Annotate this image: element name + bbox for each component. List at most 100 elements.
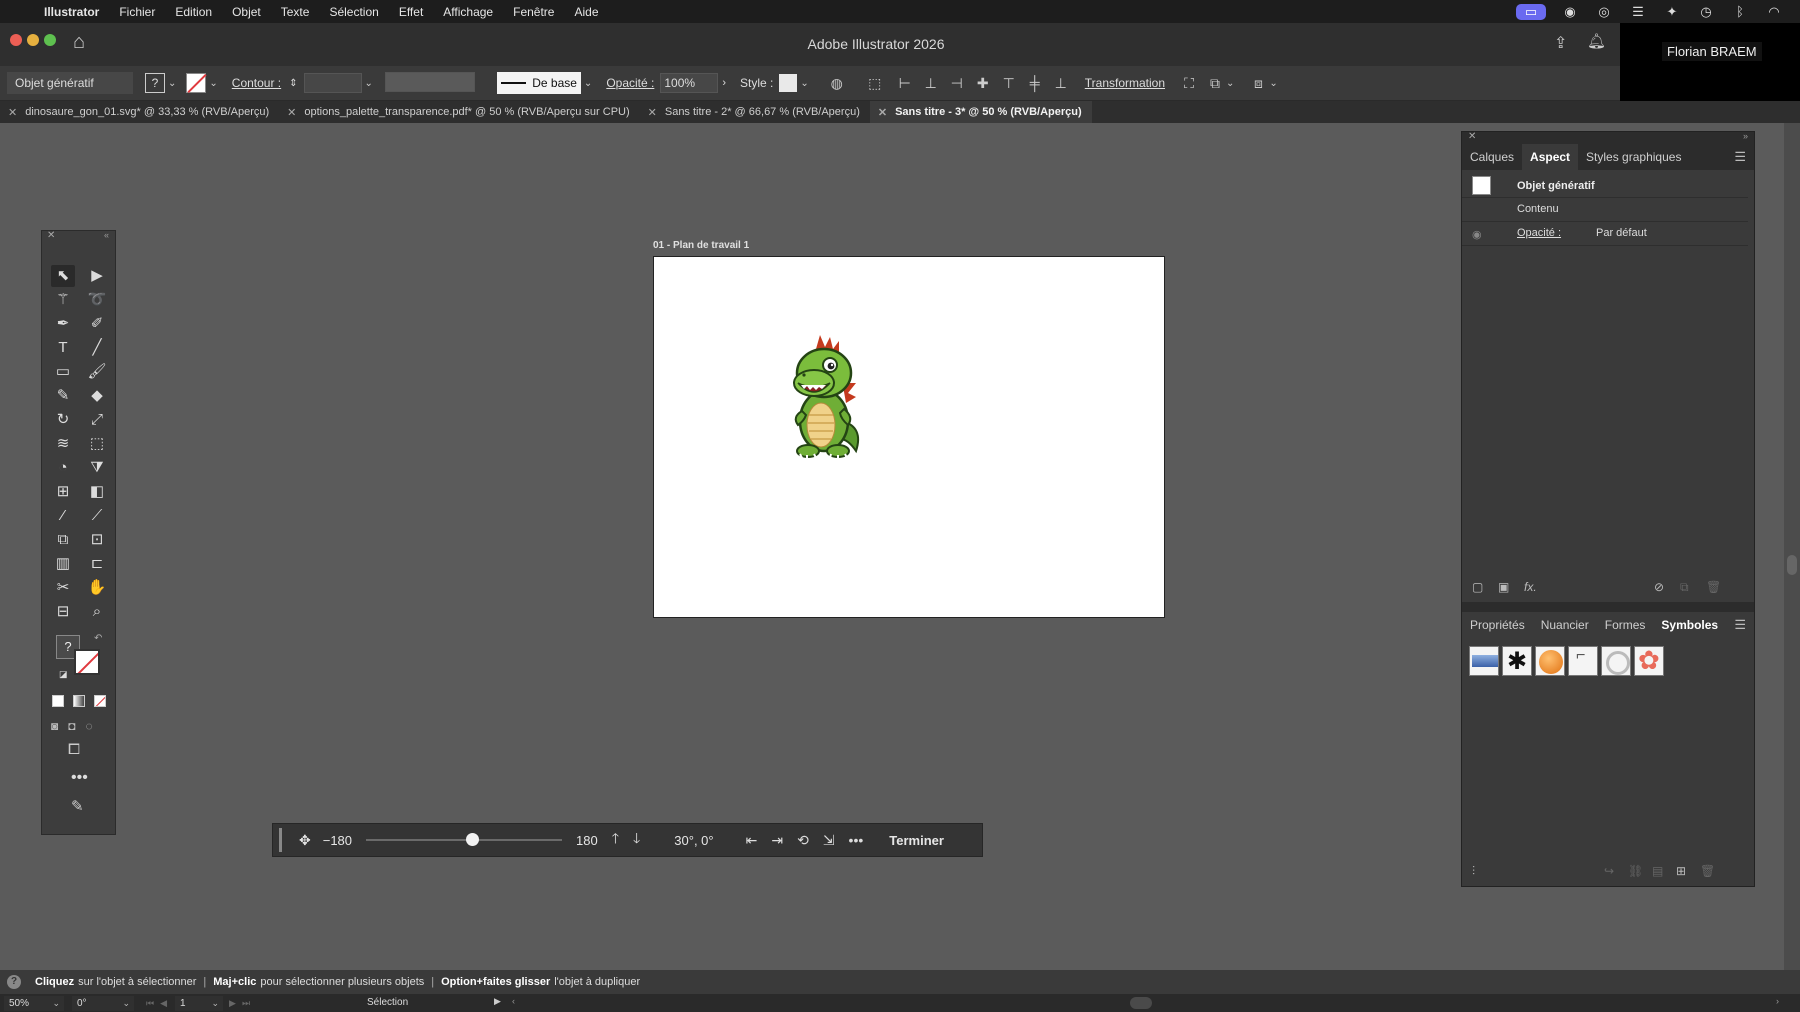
- perspective-grid-tool-icon[interactable]: ⧩: [85, 457, 109, 479]
- done-button[interactable]: Terminer: [889, 833, 944, 848]
- eraser-tool-icon[interactable]: ◆: [85, 385, 109, 407]
- artboard[interactable]: [653, 256, 1165, 618]
- scroll-left-icon[interactable]: ‹: [512, 996, 515, 1006]
- isolate-icon[interactable]: ⛶: [1181, 75, 1197, 92]
- panel-menu-icon[interactable]: ☰: [1734, 617, 1746, 633]
- zoom-field[interactable]: 50% ⌄: [4, 995, 64, 1011]
- align-start-icon[interactable]: ⇤: [746, 832, 758, 849]
- rotation-slider[interactable]: [366, 833, 563, 846]
- stepper-icon[interactable]: ⇕: [289, 78, 297, 89]
- new-symbol-icon[interactable]: ⊞: [1676, 864, 1686, 878]
- contour-label[interactable]: Contour :: [232, 76, 281, 90]
- variable-width-field[interactable]: [384, 71, 475, 92]
- add-fill-icon[interactable]: ▣: [1498, 580, 1509, 594]
- vertical-scrollbar[interactable]: [1784, 123, 1800, 970]
- transformation-link[interactable]: Transformation: [1085, 76, 1165, 90]
- document-tab[interactable]: ✕ dinosaure_gon_01.svg* @ 33,33 % (RVB/Ap…: [0, 101, 279, 123]
- align-middle-icon[interactable]: ╪: [1027, 75, 1043, 91]
- variable-width-profile[interactable]: [384, 71, 475, 95]
- align-to-icon[interactable]: ⬚: [867, 75, 883, 92]
- collapse-icon[interactable]: »: [1743, 131, 1748, 141]
- align-top-icon[interactable]: ⊤: [1001, 75, 1017, 92]
- close-icon[interactable]: ✕: [648, 106, 657, 119]
- stroke-weight-input[interactable]: [303, 73, 362, 93]
- opacity-label[interactable]: Opacité :: [606, 76, 654, 90]
- add-effect-icon[interactable]: fx.: [1524, 580, 1537, 594]
- artboard-tool-icon[interactable]: ⊏: [85, 553, 109, 575]
- tab-proprietes[interactable]: Propriétés: [1462, 612, 1533, 638]
- sparkle-icon[interactable]: ✦: [1662, 4, 1682, 20]
- opacity-control[interactable]: 100%: [660, 73, 719, 93]
- opacity-input[interactable]: 100%: [660, 73, 719, 93]
- time-machine-icon[interactable]: ◷: [1696, 4, 1716, 20]
- menu-objet[interactable]: Objet: [232, 5, 261, 19]
- panel-options-icon[interactable]: ⧈: [1250, 75, 1266, 92]
- chevron-down-icon[interactable]: ⌄: [800, 78, 808, 89]
- swap-fill-stroke-icon[interactable]: ↶: [94, 633, 102, 644]
- symbol-flower[interactable]: [1634, 646, 1664, 676]
- stroke-weight-field[interactable]: ⌄: [303, 73, 373, 93]
- drag-handle[interactable]: [279, 828, 282, 852]
- chevron-down-icon[interactable]: ⌄: [168, 78, 176, 89]
- symbol-sprayer-tool-icon[interactable]: ⊡: [85, 529, 109, 551]
- default-colors-icon[interactable]: ◪: [59, 669, 68, 680]
- menu-selection[interactable]: Sélection: [329, 5, 378, 19]
- zoom-tool-icon[interactable]: ⌕: [85, 601, 109, 623]
- arrow-up-icon[interactable]: 🡑: [612, 828, 619, 852]
- notification-bell-icon[interactable]: 🔔︎: [1587, 32, 1606, 50]
- document-tab-active[interactable]: ✕ Sans titre - 3* @ 50 % (RVB/Aperçu): [869, 101, 1092, 123]
- menu-effet[interactable]: Effet: [399, 5, 423, 19]
- align-right-icon[interactable]: ⊣: [949, 75, 965, 92]
- free-transform-tool-icon[interactable]: ⬚: [85, 433, 109, 455]
- chevron-down-icon[interactable]: ⌄: [122, 996, 130, 1011]
- dock-header[interactable]: ✕ »: [1462, 131, 1754, 144]
- tab-formes[interactable]: Formes: [1597, 612, 1654, 638]
- aspect-opacity-link[interactable]: Opacité :: [1517, 227, 1561, 239]
- eyedropper-tool-icon[interactable]: ⁄: [51, 505, 75, 527]
- vertical-scrollbar-thumb[interactable]: [1787, 555, 1797, 575]
- color-mode-button[interactable]: [52, 695, 64, 707]
- pen-tool-icon[interactable]: ✒: [51, 313, 75, 335]
- aspect-opacity-row[interactable]: ◉ Opacité : Par défaut: [1462, 222, 1748, 246]
- stroke-swatch[interactable]: [186, 73, 207, 93]
- rotation-slider-thumb[interactable]: [465, 833, 479, 846]
- chevron-right-icon[interactable]: ▶: [494, 996, 501, 1007]
- gradient-mode-button[interactable]: [73, 695, 85, 707]
- magic-wand-tool-icon[interactable]: ⚚: [51, 289, 75, 311]
- close-icon[interactable]: ✕: [1468, 131, 1476, 142]
- menu-fenetre[interactable]: Fenêtre: [513, 5, 554, 19]
- brush-definition[interactable]: De base ⌄: [496, 72, 592, 94]
- aspect-object-row[interactable]: Objet génératif: [1462, 170, 1748, 198]
- screen-mode-icon[interactable]: ⧠: [68, 741, 80, 758]
- scale-tool-icon[interactable]: ⤢: [85, 409, 109, 431]
- collapse-icon[interactable]: «: [104, 230, 109, 240]
- align-end-icon[interactable]: ⇥: [771, 832, 783, 849]
- blend-tool-icon[interactable]: ⧉: [51, 529, 75, 551]
- screen-share-icon[interactable]: ▭: [1516, 3, 1546, 20]
- dinosaur-illustration[interactable]: [786, 335, 866, 461]
- style-control[interactable]: ⌄: [779, 74, 809, 92]
- visibility-eye-icon[interactable]: ◉: [1472, 228, 1482, 241]
- chevron-down-icon[interactable]: ⌄: [52, 996, 60, 1011]
- stroke-control[interactable]: ⌄: [186, 73, 218, 93]
- help-icon[interactable]: ?: [7, 975, 21, 989]
- document-tab[interactable]: ✕ options_palette_transparence.pdf* @ 50 …: [279, 101, 639, 123]
- artboard-label[interactable]: 01 - Plan de travail 1: [653, 240, 749, 251]
- tab-aspect[interactable]: Aspect: [1522, 144, 1579, 170]
- type-tool-icon[interactable]: T: [51, 337, 75, 359]
- arrange-icon[interactable]: ⧉: [1207, 75, 1223, 92]
- gradient-tool-icon[interactable]: ◧: [85, 481, 109, 503]
- menu-edition[interactable]: Edition: [175, 5, 212, 19]
- print-tiling-tool-icon[interactable]: ⊟: [51, 601, 75, 623]
- shaper-tool-icon[interactable]: ✎: [51, 385, 75, 407]
- shape-builder-tool-icon[interactable]: ◔: [51, 457, 75, 479]
- vpn-icon[interactable]: ◎: [1594, 4, 1614, 20]
- stroke-box[interactable]: [74, 649, 100, 675]
- curvature-tool-icon[interactable]: ✐: [85, 313, 109, 335]
- rotate-tool-icon[interactable]: ↻: [51, 409, 75, 431]
- tab-calques[interactable]: Calques: [1462, 144, 1522, 170]
- pivot-point-icon[interactable]: ✥: [299, 832, 311, 849]
- tab-nuancier[interactable]: Nuancier: [1533, 612, 1597, 638]
- rotation-field[interactable]: 0° ⌄: [72, 995, 134, 1011]
- direct-selection-tool-icon[interactable]: ▶: [85, 265, 109, 287]
